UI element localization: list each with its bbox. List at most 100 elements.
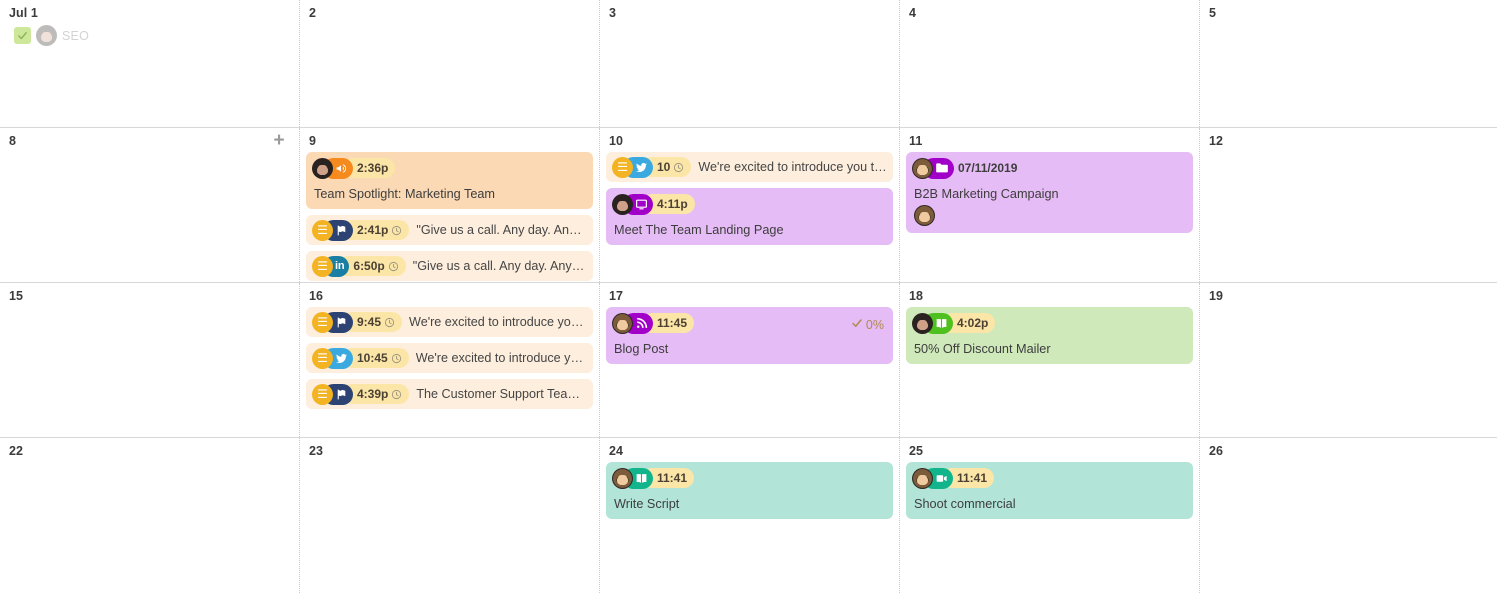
avatar	[912, 157, 933, 179]
day-number: 10	[609, 134, 624, 148]
day-cell-jul-1[interactable]: Jul 1 SEO	[0, 0, 300, 127]
day-cell-3[interactable]: 3	[600, 0, 900, 127]
day-cell-8[interactable]: 8 +	[0, 128, 300, 282]
day-cell-17[interactable]: 17 11:45 Blog Post 0%	[600, 283, 900, 437]
avatar: ☰	[312, 347, 333, 369]
event-time-text: 4:11p	[657, 197, 688, 211]
event-title: 50% Off Discount Mailer	[914, 342, 1051, 356]
calendar-week-row: 8 +9 2:36p Team Spotlight: Marketing Team ☰ 2…	[0, 128, 1497, 283]
calendar-event-card[interactable]: 4:11p Meet The Team Landing Page	[606, 188, 893, 245]
post-preview-text: "Give us a call. Any day. Any …	[416, 223, 587, 237]
clock-icon	[391, 353, 402, 364]
social-post-item[interactable]: ☰ in 6:50p "Give us a call. Any day. Any …	[306, 251, 593, 281]
add-event-button[interactable]: +	[271, 131, 287, 150]
avatar	[912, 467, 933, 489]
day-cell-10[interactable]: 10 ☰ 10 We're excited to introduce you t… 4:…	[600, 128, 900, 282]
social-post-item[interactable]: ☰ 10:45 We're excited to introduce yo…	[306, 343, 593, 373]
avatar	[612, 193, 633, 215]
social-post-item[interactable]: ☰ 9:45 We're excited to introduce you…	[306, 307, 593, 337]
calendar-event-card[interactable]: 4:02p 50% Off Discount Mailer	[906, 307, 1193, 364]
day-cell-2[interactable]: 2	[300, 0, 600, 127]
social-post-item[interactable]: ☰ 2:41p "Give us a call. Any day. Any …	[306, 215, 593, 245]
day-cell-11[interactable]: 11 07/11/2019 B2B Marketing Campaign	[900, 128, 1200, 282]
social-post-item[interactable]: ☰ 4:39p The Customer Support Team…	[306, 379, 593, 409]
avatar: ☰	[312, 383, 333, 405]
clock-icon	[391, 389, 402, 400]
post-preview-text: We're excited to introduce you t…	[698, 160, 887, 174]
post-preview-text: The Customer Support Team…	[416, 387, 587, 401]
approval-percent: 0%	[865, 317, 884, 332]
event-title: Shoot commercial	[914, 497, 1016, 511]
post-preview-text: "Give us a call. Any day. Any …	[412, 259, 587, 273]
day-number: 15	[9, 289, 24, 303]
event-chip: 11:41	[612, 467, 887, 489]
event-chip: ☰ 10:45	[312, 347, 409, 369]
avatar	[312, 157, 333, 179]
day-number: 4	[909, 6, 917, 20]
event-time-text: 9:45	[357, 315, 382, 329]
avatar	[36, 25, 57, 46]
event-chip: ☰ 4:39p	[312, 383, 410, 405]
avatar: ☰	[312, 219, 333, 241]
event-chip: ☰ 2:41p	[312, 219, 410, 241]
event-time-text: 6:50p	[353, 259, 385, 273]
post-preview-text: We're excited to introduce you…	[409, 315, 587, 329]
day-cell-23[interactable]: 23	[300, 438, 600, 593]
day-cell-16[interactable]: 16 ☰ 9:45 We're excited to introduce you… ☰ 1…	[300, 283, 600, 437]
day-cell-4[interactable]: 4	[900, 0, 1200, 127]
day-cell-19[interactable]: 19	[1200, 283, 1497, 437]
event-time-text: 4:39p	[357, 387, 389, 401]
calendar-event-card[interactable]: 2:36p Team Spotlight: Marketing Team	[306, 152, 593, 209]
day-cell-24[interactable]: 24 11:41 Write Script	[600, 438, 900, 593]
event-time-text: 2:36p	[357, 161, 389, 175]
check-icon	[14, 27, 31, 44]
calendar-event-card[interactable]: 07/11/2019 B2B Marketing Campaign	[906, 152, 1193, 233]
event-time-text: 11:41	[657, 471, 688, 485]
approval-status[interactable]: 0%	[851, 317, 884, 332]
clock-icon	[388, 261, 399, 272]
day-cell-9[interactable]: 9 2:36p Team Spotlight: Marketing Team ☰ 2:4…	[300, 128, 600, 282]
event-time-text: 11:41	[957, 471, 988, 485]
day-number: 8	[9, 134, 17, 148]
calendar-week-row: 15 16 ☰ 9:45 We're excited to introduce you……	[0, 283, 1497, 438]
calendar-event-card[interactable]: 11:41 Shoot commercial	[906, 462, 1193, 519]
event-chip: 4:02p	[912, 312, 1187, 334]
event-chip: ☰ 10	[612, 156, 692, 178]
calendar-event-card[interactable]: 11:45 Blog Post 0%	[606, 307, 893, 364]
day-cell-26[interactable]: 26	[1200, 438, 1497, 593]
day-number: 17	[609, 289, 624, 303]
avatar: ☰	[312, 311, 333, 333]
event-chip: ☰ in 6:50p	[312, 255, 406, 277]
social-post-item[interactable]: ☰ 10 We're excited to introduce you t…	[606, 152, 893, 182]
calendar-event-card[interactable]: 11:41 Write Script	[606, 462, 893, 519]
event-title: Blog Post	[614, 342, 669, 356]
day-cell-5[interactable]: 5	[1200, 0, 1497, 127]
day-cell-25[interactable]: 25 11:41 Shoot commercial	[900, 438, 1200, 593]
day-number: 23	[309, 444, 324, 458]
day-number: 16	[309, 289, 324, 303]
ghost-task-item[interactable]: SEO	[14, 25, 293, 46]
avatar: ☰	[612, 156, 633, 178]
event-chip: ☰ 9:45	[312, 311, 403, 333]
day-cell-15[interactable]: 15	[0, 283, 300, 437]
ghost-task-label: SEO	[62, 28, 89, 43]
day-number: 5	[1209, 6, 1217, 20]
avatar	[914, 205, 935, 226]
day-number: 18	[909, 289, 924, 303]
clock-icon	[384, 317, 395, 328]
event-chip: 07/11/2019	[912, 157, 1187, 179]
event-time-text: 07/11/2019	[958, 161, 1018, 175]
avatar	[612, 467, 633, 489]
event-time-text: 4:02p	[957, 316, 989, 330]
event-chip: 2:36p	[312, 157, 587, 179]
day-number: 22	[9, 444, 24, 458]
day-number: 12	[1209, 134, 1224, 148]
calendar-week-row: Jul 1 SEO 2 3 4 5	[0, 0, 1497, 128]
day-number: Jul 1	[9, 6, 38, 20]
day-number: 9	[309, 134, 317, 148]
day-cell-18[interactable]: 18 4:02p 50% Off Discount Mailer	[900, 283, 1200, 437]
day-cell-22[interactable]: 22	[0, 438, 300, 593]
assignee-avatar-row	[914, 205, 1187, 226]
day-number: 3	[609, 6, 617, 20]
day-cell-12[interactable]: 12	[1200, 128, 1497, 282]
